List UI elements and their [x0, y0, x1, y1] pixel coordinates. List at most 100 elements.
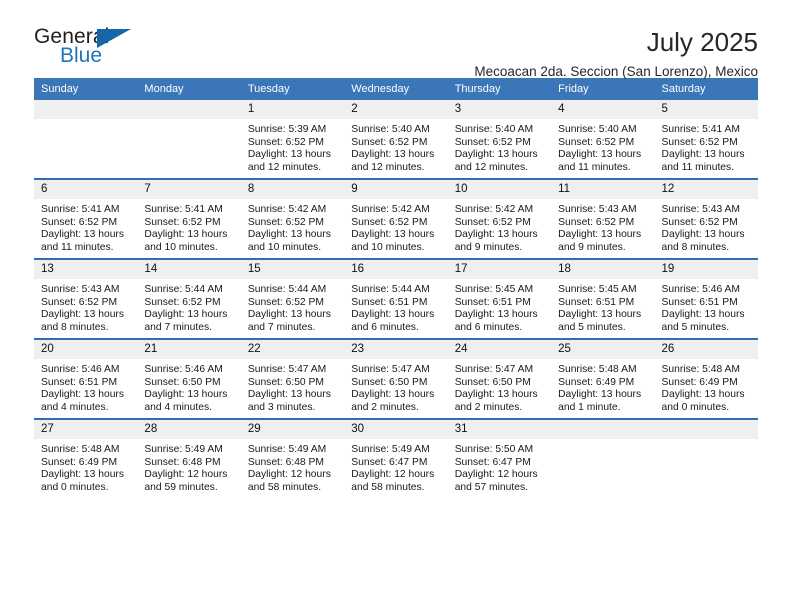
day-details: Sunrise: 5:47 AM Sunset: 6:50 PM Daylight:…	[241, 359, 344, 414]
sunrise-text: Sunrise: 5:46 AM	[661, 284, 740, 295]
calendar-day-cell[interactable]: 29 Sunrise: 5:49 AM Sunset: 6:48 PM Dayligh…	[240, 418, 345, 498]
page-subtitle: Mecoacan 2da. Seccion (San Lorenzo), Mex…	[474, 64, 758, 80]
sunset-text: Sunset: 6:52 PM	[41, 296, 118, 308]
calendar-day-cell[interactable]: 19 Sunrise: 5:46 AM Sunset: 6:51 PM Dayligh…	[654, 258, 758, 339]
calendar-day-cell[interactable]: 18 Sunrise: 5:45 AM Sunset: 6:51 PM Dayligh…	[551, 258, 655, 339]
day-number: 31	[447, 420, 552, 439]
sunrise-text: Sunrise: 5:42 AM	[454, 204, 534, 215]
day-details: Sunrise: 5:45 AM Sunset: 6:51 PM Daylight:…	[551, 279, 654, 334]
calendar-day-cell[interactable]: 31 Sunrise: 5:50 AM Sunset: 6:47 PM Dayligh…	[447, 418, 552, 498]
sunset-text: Sunset: 6:51 PM	[558, 296, 635, 308]
weekday-header-sunday: Sunday	[34, 78, 138, 100]
day-details: Sunrise: 5:48 AM Sunset: 6:49 PM Daylight:…	[34, 439, 137, 494]
day-number	[137, 100, 241, 119]
daylight-text: Daylight: 13 hours and 2 minutes.	[351, 389, 435, 413]
daylight-text: Daylight: 13 hours and 0 minutes.	[661, 389, 745, 413]
sunrise-text: Sunrise: 5:49 AM	[351, 444, 430, 455]
calendar-day-cell[interactable]: 9 Sunrise: 5:42 AM Sunset: 6:52 PM Daylight…	[344, 178, 448, 259]
sunset-text: Sunset: 6:52 PM	[41, 216, 118, 228]
day-details: Sunrise: 5:46 AM Sunset: 6:50 PM Daylight:…	[137, 359, 240, 414]
daylight-text: Daylight: 13 hours and 1 minute.	[558, 389, 642, 413]
daylight-text: Daylight: 13 hours and 8 minutes.	[41, 309, 124, 333]
sunrise-text: Sunrise: 5:41 AM	[144, 204, 223, 215]
calendar-day-cell[interactable]: 23 Sunrise: 5:47 AM Sunset: 6:50 PM Dayligh…	[344, 338, 448, 419]
calendar-day-cell[interactable]: 13 Sunrise: 5:43 AM Sunset: 6:52 PM Dayligh…	[34, 258, 138, 339]
sunset-text: Sunset: 6:52 PM	[558, 216, 635, 228]
sunset-text: Sunset: 6:50 PM	[351, 376, 428, 388]
calendar-day-cell[interactable]: 25 Sunrise: 5:48 AM Sunset: 6:49 PM Dayligh…	[551, 338, 655, 419]
calendar-day-cell[interactable]: 20 Sunrise: 5:46 AM Sunset: 6:51 PM Dayligh…	[34, 338, 138, 419]
day-details: Sunrise: 5:45 AM Sunset: 6:51 PM Daylight:…	[448, 279, 551, 334]
calendar-day-cell[interactable]: 17 Sunrise: 5:45 AM Sunset: 6:51 PM Dayligh…	[447, 258, 552, 339]
sunrise-text: Sunrise: 5:44 AM	[247, 284, 327, 295]
day-details: Sunrise: 5:43 AM Sunset: 6:52 PM Daylight:…	[34, 279, 137, 334]
daylight-text: Daylight: 13 hours and 11 minutes.	[41, 229, 124, 253]
day-number: 21	[137, 340, 241, 359]
calendar-day-cell[interactable]: 14 Sunrise: 5:44 AM Sunset: 6:52 PM Dayligh…	[137, 258, 241, 339]
sunset-text: Sunset: 6:52 PM	[247, 136, 324, 148]
sunset-text: Sunset: 6:52 PM	[144, 216, 221, 228]
sunrise-text: Sunrise: 5:47 AM	[247, 364, 327, 375]
day-details: Sunrise: 5:47 AM Sunset: 6:50 PM Daylight:…	[344, 359, 447, 414]
calendar-day-cell[interactable]: 10 Sunrise: 5:42 AM Sunset: 6:52 PM Dayligh…	[447, 178, 552, 259]
calendar-day-cell[interactable]: 27 Sunrise: 5:48 AM Sunset: 6:49 PM Dayligh…	[34, 418, 138, 498]
day-number: 5	[654, 100, 758, 119]
sunset-text: Sunset: 6:52 PM	[661, 136, 738, 148]
calendar-day-cell[interactable]: 12 Sunrise: 5:43 AM Sunset: 6:52 PM Dayligh…	[654, 178, 758, 259]
calendar-day-cell[interactable]: 1 Sunrise: 5:39 AM Sunset: 6:52 PM Daylight…	[240, 100, 345, 179]
calendar-day-cell[interactable]: 3 Sunrise: 5:40 AM Sunset: 6:52 PM Daylight…	[447, 100, 552, 179]
daylight-text: Daylight: 13 hours and 2 minutes.	[454, 389, 538, 413]
daylight-text: Daylight: 12 hours and 59 minutes.	[144, 469, 228, 493]
calendar-day-cell[interactable]: 2 Sunrise: 5:40 AM Sunset: 6:52 PM Daylight…	[344, 100, 448, 179]
calendar-day-cell[interactable]: 11 Sunrise: 5:43 AM Sunset: 6:52 PM Dayligh…	[551, 178, 655, 259]
daylight-text: Daylight: 13 hours and 5 minutes.	[558, 309, 642, 333]
sunrise-text: Sunrise: 5:45 AM	[454, 284, 534, 295]
page-header: General Blue July 2025 Mecoacan 2da. Sec…	[34, 0, 758, 79]
sunset-text: Sunset: 6:52 PM	[247, 216, 324, 228]
day-number: 19	[654, 260, 758, 279]
day-details: Sunrise: 5:41 AM Sunset: 6:52 PM Daylight:…	[34, 199, 137, 254]
day-details: Sunrise: 5:42 AM Sunset: 6:52 PM Daylight:…	[448, 199, 551, 254]
day-number: 27	[34, 420, 138, 439]
sunset-text: Sunset: 6:47 PM	[454, 456, 531, 468]
day-number: 18	[551, 260, 655, 279]
calendar-day-cell[interactable]: 8 Sunrise: 5:42 AM Sunset: 6:52 PM Daylight…	[240, 178, 345, 259]
calendar-day-cell[interactable]: 26 Sunrise: 5:48 AM Sunset: 6:49 PM Dayligh…	[654, 338, 758, 419]
calendar-week-row: 20 Sunrise: 5:46 AM Sunset: 6:51 PM Dayligh…	[34, 338, 758, 419]
day-details: Sunrise: 5:43 AM Sunset: 6:52 PM Daylight:…	[655, 199, 758, 254]
daylight-text: Daylight: 12 hours and 57 minutes.	[454, 469, 538, 493]
daylight-text: Daylight: 13 hours and 9 minutes.	[454, 229, 538, 253]
calendar-day-cell[interactable]: 15 Sunrise: 5:44 AM Sunset: 6:52 PM Dayligh…	[240, 258, 345, 339]
day-number: 30	[344, 420, 448, 439]
sunrise-text: Sunrise: 5:47 AM	[454, 364, 534, 375]
calendar-day-cell[interactable]: 28 Sunrise: 5:49 AM Sunset: 6:48 PM Dayligh…	[137, 418, 241, 498]
day-details: Sunrise: 5:40 AM Sunset: 6:52 PM Daylight:…	[448, 119, 551, 174]
sunrise-text: Sunrise: 5:42 AM	[351, 204, 430, 215]
calendar-day-cell[interactable]: 22 Sunrise: 5:47 AM Sunset: 6:50 PM Dayligh…	[240, 338, 345, 419]
day-number	[551, 420, 655, 439]
calendar-day-cell[interactable]: 4 Sunrise: 5:40 AM Sunset: 6:52 PM Daylight…	[551, 100, 655, 179]
day-details: Sunrise: 5:40 AM Sunset: 6:52 PM Daylight:…	[344, 119, 447, 174]
calendar-day-cell[interactable]: 21 Sunrise: 5:46 AM Sunset: 6:50 PM Dayligh…	[137, 338, 241, 419]
day-number: 26	[654, 340, 758, 359]
day-details: Sunrise: 5:49 AM Sunset: 6:48 PM Daylight:…	[241, 439, 344, 494]
calendar-day-cell[interactable]: 16 Sunrise: 5:44 AM Sunset: 6:51 PM Dayligh…	[344, 258, 448, 339]
calendar-day-cell[interactable]: 24 Sunrise: 5:47 AM Sunset: 6:50 PM Dayligh…	[447, 338, 552, 419]
calendar-day-cell-empty	[137, 100, 241, 179]
sunset-text: Sunset: 6:52 PM	[661, 216, 738, 228]
day-number: 23	[344, 340, 448, 359]
day-number: 28	[137, 420, 241, 439]
sunset-text: Sunset: 6:49 PM	[661, 376, 738, 388]
sunset-text: Sunset: 6:51 PM	[454, 296, 531, 308]
calendar-day-cell[interactable]: 7 Sunrise: 5:41 AM Sunset: 6:52 PM Daylight…	[137, 178, 241, 259]
calendar-day-cell[interactable]: 6 Sunrise: 5:41 AM Sunset: 6:52 PM Daylight…	[34, 178, 138, 259]
calendar-day-cell[interactable]: 30 Sunrise: 5:49 AM Sunset: 6:47 PM Dayligh…	[344, 418, 448, 498]
sunrise-text: Sunrise: 5:41 AM	[41, 204, 120, 215]
triangle-icon	[97, 29, 131, 48]
day-details: Sunrise: 5:46 AM Sunset: 6:51 PM Daylight:…	[34, 359, 137, 414]
sunset-text: Sunset: 6:52 PM	[454, 216, 531, 228]
daylight-text: Daylight: 12 hours and 58 minutes.	[351, 469, 435, 493]
calendar-day-cell[interactable]: 5 Sunrise: 5:41 AM Sunset: 6:52 PM Daylight…	[654, 100, 758, 179]
day-number: 1	[240, 100, 345, 119]
weekday-header-friday: Friday	[551, 78, 655, 100]
